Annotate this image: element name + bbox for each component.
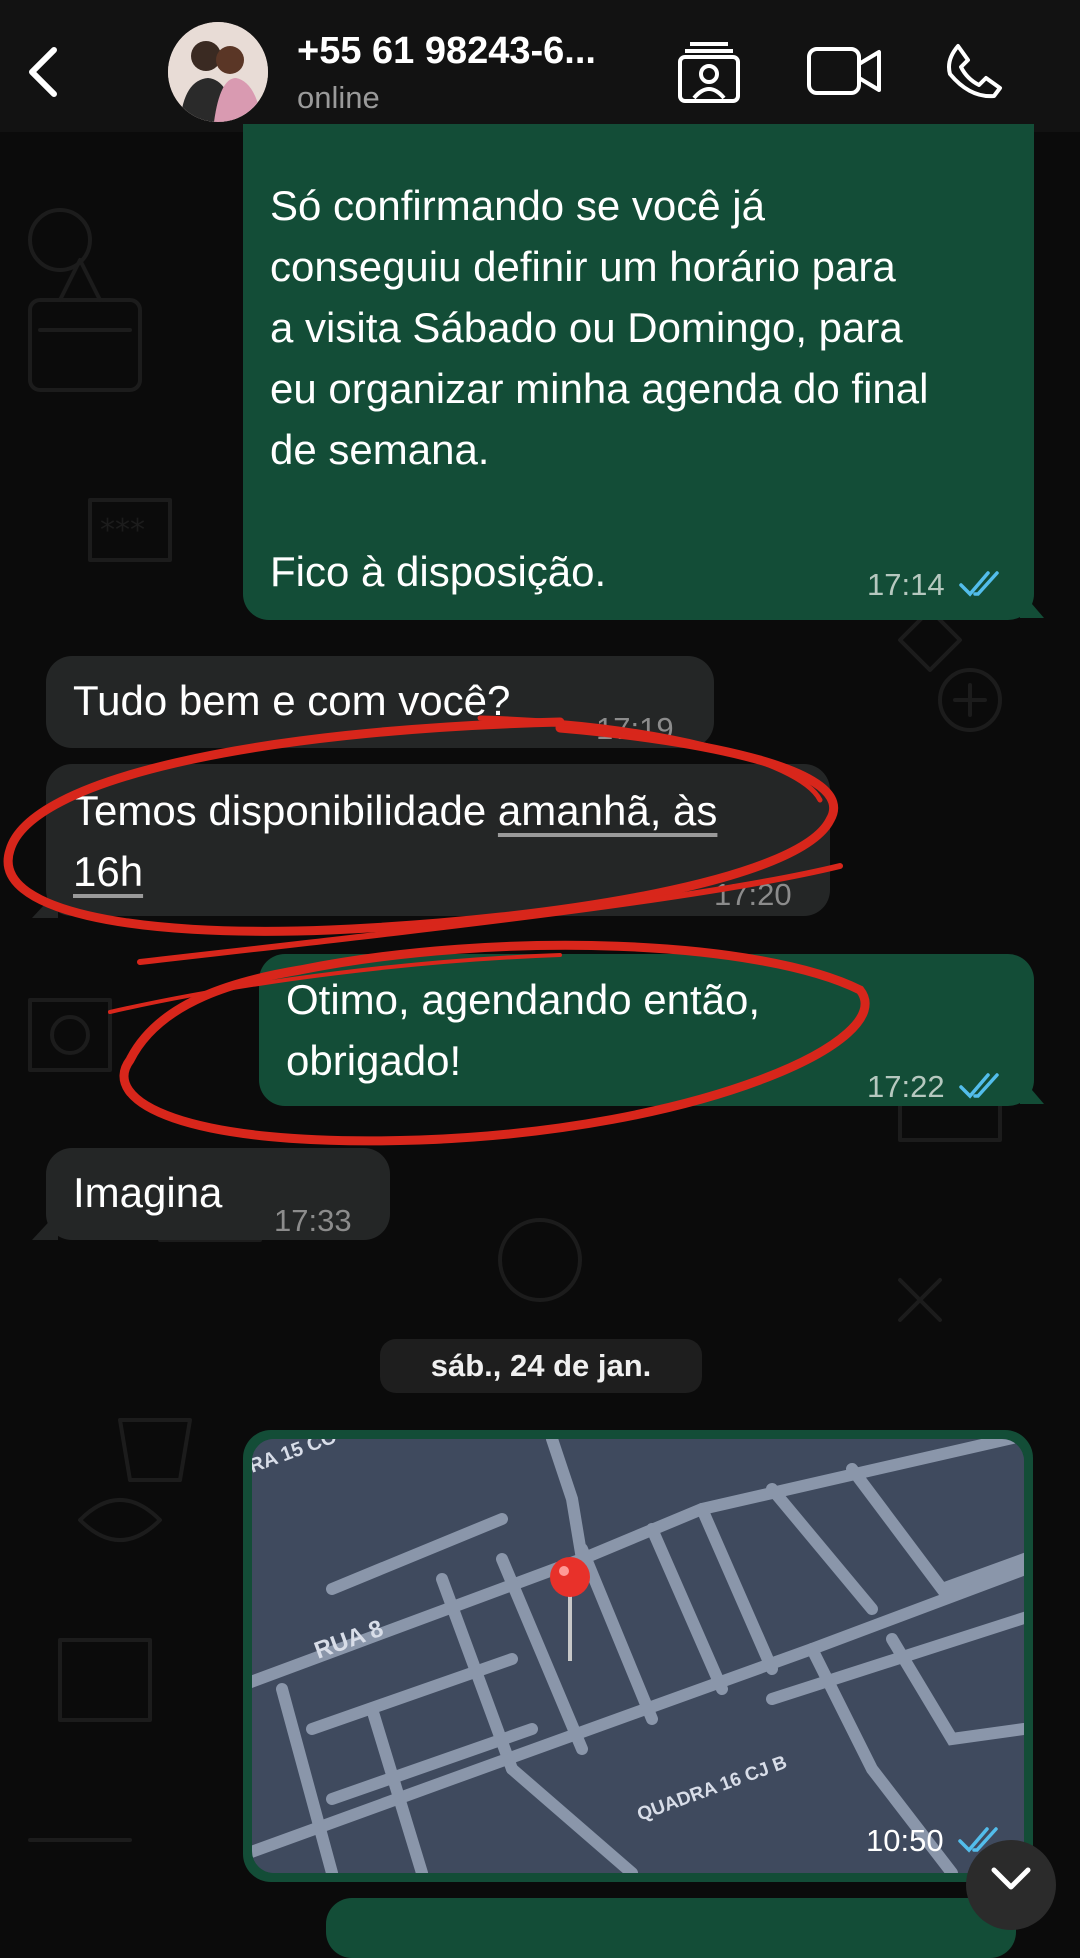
back-arrow-icon[interactable] [18, 40, 68, 100]
message-text: Tudo bem e com você? [73, 677, 511, 724]
message-text: Imagina [73, 1169, 223, 1216]
map-preview[interactable]: RA 15 CO RUA 8 QUADRA 16 CJ B 10:50 [252, 1439, 1024, 1873]
message-outgoing[interactable]: Otimo, agendando então, obrigado! 17:22 [259, 954, 1034, 1106]
map-graphic: RA 15 CO RUA 8 QUADRA 16 CJ B [252, 1439, 1024, 1873]
contact-card-icon[interactable] [676, 38, 742, 109]
message-incoming[interactable]: Tudo bem e com você? 17:19 [46, 656, 714, 748]
message-incoming[interactable]: Imagina 17:33 [46, 1148, 390, 1240]
message-time-text: 17:22 [867, 1069, 945, 1104]
message-text-plain: Temos disponibilidade [73, 787, 498, 834]
phone-call-icon[interactable] [944, 42, 1004, 107]
message-text: Otimo, agendando então, obrigado! [286, 976, 761, 1084]
contact-avatar[interactable] [168, 22, 268, 122]
message-time-text: 17:14 [867, 567, 945, 602]
message-outgoing[interactable]: Só confirmando se você já conseguiu defi… [243, 124, 1034, 620]
message-time: 17:20 [714, 877, 792, 912]
message-text: Só confirmando se você já conseguiu defi… [270, 182, 929, 595]
bubble-tail [32, 1212, 58, 1240]
message-time: 17:19 [596, 711, 674, 746]
read-ticks-icon [959, 571, 999, 597]
date-separator: sáb., 24 de jan. [380, 1339, 702, 1393]
message-time: 17:22 [867, 1056, 1005, 1117]
contact-name[interactable]: +55 61 98243-6... [297, 30, 647, 73]
date-time-link[interactable]: amanhã, às [498, 787, 717, 834]
bubble-tail [32, 890, 58, 918]
message-time-text: 10:50 [866, 1823, 944, 1858]
message-incoming[interactable]: Temos disponibilidade amanhã, às 16h 17:… [46, 764, 830, 916]
chevron-down-icon [991, 1867, 1031, 1890]
chat-header: +55 61 98243-6... online [0, 0, 1080, 132]
message-text: Temos disponibilidade amanhã, às 16h [73, 780, 813, 902]
bubble-tail [1020, 590, 1044, 618]
video-call-icon[interactable] [806, 44, 882, 103]
svg-text:***: *** [100, 513, 145, 548]
read-ticks-icon [959, 1073, 999, 1099]
contact-status: online [297, 80, 380, 115]
scroll-to-bottom-button[interactable] [966, 1840, 1056, 1930]
date-time-link[interactable]: 16h [73, 848, 143, 895]
message-time: 17:33 [274, 1203, 352, 1238]
message-time: 17:14 [867, 554, 1005, 615]
message-outgoing-partial[interactable] [326, 1898, 1016, 1958]
bubble-tail [1020, 1076, 1044, 1104]
location-message[interactable]: RA 15 CO RUA 8 QUADRA 16 CJ B 10:50 [243, 1430, 1033, 1882]
